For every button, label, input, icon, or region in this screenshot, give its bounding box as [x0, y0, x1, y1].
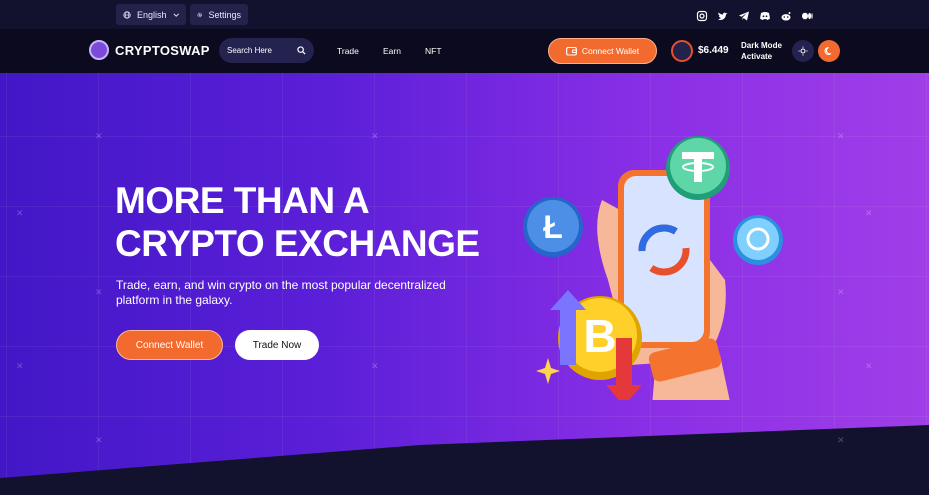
- svg-text:✕: ✕: [865, 362, 873, 372]
- svg-text:✕: ✕: [837, 288, 845, 298]
- litecoin-icon: Ł: [523, 197, 583, 257]
- svg-text:✕: ✕: [371, 132, 379, 142]
- crypto-illustration: Ł B: [523, 136, 783, 400]
- settings-label: Settings: [208, 9, 241, 20]
- svg-text:✕: ✕: [16, 362, 24, 372]
- hero-connect-wallet-button[interactable]: Connect Wallet: [116, 330, 223, 360]
- nav-link-nft[interactable]: NFT: [425, 46, 442, 56]
- hero-subtext: Trade, earn, and win crypto on the most …: [116, 278, 446, 307]
- sun-icon: [798, 46, 808, 56]
- token-price: $6.449: [698, 45, 729, 56]
- dark-mode-line1: Dark Mode: [741, 41, 782, 50]
- tether-coin-icon: [666, 136, 730, 200]
- svg-text:✕: ✕: [95, 132, 103, 142]
- globe-icon: [123, 10, 131, 19]
- svg-text:✕: ✕: [837, 436, 845, 446]
- wallet-icon: [565, 46, 577, 56]
- logo[interactable]: CRYPTOSWAP: [89, 40, 210, 60]
- logo-text: CRYPTOSWAP: [115, 42, 210, 58]
- search-placeholder: Search Here: [227, 46, 272, 55]
- search-input[interactable]: Search Here: [219, 38, 314, 63]
- chevron-down-icon: [173, 12, 179, 17]
- hero-section: ✕ ✕ ✕ ✕ ✕ ✕ ✕ ✕ ✕ ✕ ✕ ✕ MORE THAN A CRYPTO EXCH…: [0, 73, 929, 495]
- twitter-icon[interactable]: [717, 9, 729, 21]
- svg-text:✕: ✕: [371, 362, 379, 372]
- connect-wallet-button[interactable]: Connect Wallet: [548, 38, 657, 64]
- social-links: [696, 9, 813, 22]
- moon-icon: [824, 47, 832, 55]
- hero-headline: MORE THAN A CRYPTO EXCHANGE: [115, 179, 535, 265]
- svg-text:✕: ✕: [16, 209, 24, 219]
- instagram-icon[interactable]: [696, 9, 708, 22]
- svg-text:✕: ✕: [95, 436, 103, 446]
- search-icon[interactable]: [297, 46, 306, 55]
- sparkle-icon: [536, 358, 560, 384]
- connect-wallet-label: Connect Wallet: [581, 46, 640, 56]
- svg-text:✕: ✕: [95, 288, 103, 298]
- dark-mode-toggle[interactable]: [818, 40, 840, 62]
- ripple-coin-icon: [733, 215, 783, 265]
- settings-button[interactable]: Settings: [190, 4, 248, 25]
- dark-mode-label: Dark Mode Activate: [741, 40, 791, 62]
- nav-link-earn[interactable]: Earn: [383, 46, 401, 56]
- logo-icon: [89, 40, 109, 60]
- top-bar: English Settings: [0, 0, 929, 29]
- svg-text:B: B: [583, 310, 616, 362]
- language-label: English: [137, 9, 167, 20]
- svg-text:✕: ✕: [865, 209, 873, 219]
- main-navbar: CRYPTOSWAP Search Here Trade Earn NFT Co…: [0, 29, 929, 73]
- headline-line2: CRYPTO EXCHANGE: [115, 223, 480, 264]
- language-selector[interactable]: English: [116, 4, 186, 25]
- hero-trade-now-button[interactable]: Trade Now: [235, 330, 319, 360]
- reddit-icon[interactable]: [780, 9, 792, 21]
- token-logo-icon: [671, 40, 693, 62]
- dark-mode-line2: Activate: [741, 52, 773, 61]
- gear-icon: [197, 12, 203, 17]
- telegram-icon[interactable]: [738, 9, 750, 21]
- svg-text:Ł: Ł: [543, 209, 563, 245]
- headline-line1: MORE THAN A: [115, 180, 370, 221]
- medium-icon[interactable]: [801, 9, 813, 21]
- nav-link-trade[interactable]: Trade: [337, 46, 359, 56]
- discord-icon[interactable]: [759, 9, 771, 21]
- svg-text:✕: ✕: [837, 132, 845, 142]
- light-mode-toggle[interactable]: [792, 40, 814, 62]
